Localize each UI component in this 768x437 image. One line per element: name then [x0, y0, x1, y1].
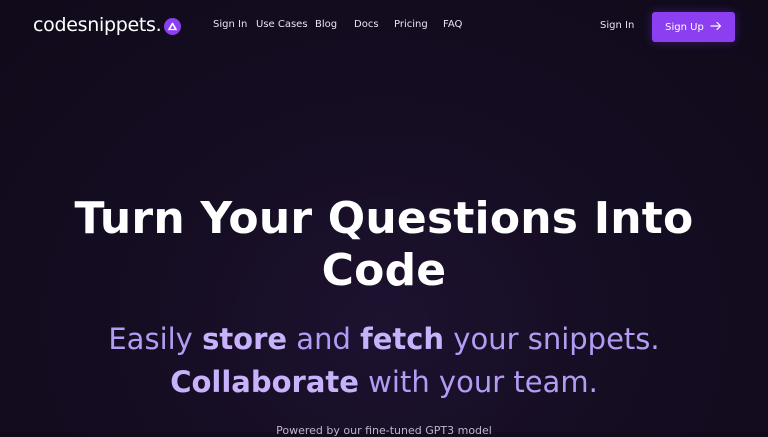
nav-link-docs[interactable]: Docs [354, 19, 394, 30]
subtitle-highlight-fetch: fetch [360, 322, 445, 356]
subtitle-text: with your team. [358, 365, 598, 399]
nav-link-use-cases[interactable]: Use Cases [256, 19, 315, 30]
nav-link-sign-in[interactable]: Sign In [213, 19, 256, 30]
subtitle-highlight-collaborate: Collaborate [170, 365, 359, 399]
nav-links: Sign In Use Cases Blog Docs Pricing FAQ [213, 19, 473, 30]
hero-title: Turn Your Questions Into Code [0, 193, 768, 297]
subtitle-highlight-store: store [202, 322, 288, 356]
powered-by-text: Powered by our fine-tuned GPT3 model [276, 424, 492, 437]
hero-title-line-2: Code [321, 245, 447, 296]
nav-link-faq[interactable]: FAQ [443, 19, 473, 30]
hero-subtitle-line-1: Easily store and fetch your snippets. [0, 318, 768, 361]
hero-subtitle: Easily store and fetch your snippets. Co… [0, 318, 768, 404]
signup-button[interactable]: Sign Up [652, 12, 735, 42]
signup-label: Sign Up [665, 21, 704, 33]
hero-subtitle-line-2: Collaborate with your team. [0, 361, 768, 404]
chevron-up-icon [164, 17, 182, 35]
top-navbar: codesnippets. Sign In Use Cases Blog Doc… [0, 0, 768, 52]
subtitle-text: and [287, 322, 361, 356]
subtitle-text: Easily [108, 322, 203, 356]
logo[interactable]: codesnippets. [33, 14, 182, 36]
nav-link-blog[interactable]: Blog [315, 19, 354, 30]
nav-link-pricing[interactable]: Pricing [394, 19, 443, 30]
hero-title-line-1: Turn Your Questions Into [74, 193, 694, 244]
logo-text: codesnippets [33, 14, 156, 36]
subtitle-text: your snippets. [444, 322, 660, 356]
signin-link[interactable]: Sign In [600, 20, 634, 31]
logo-dot: . [155, 14, 162, 36]
arrow-right-icon [710, 21, 722, 34]
